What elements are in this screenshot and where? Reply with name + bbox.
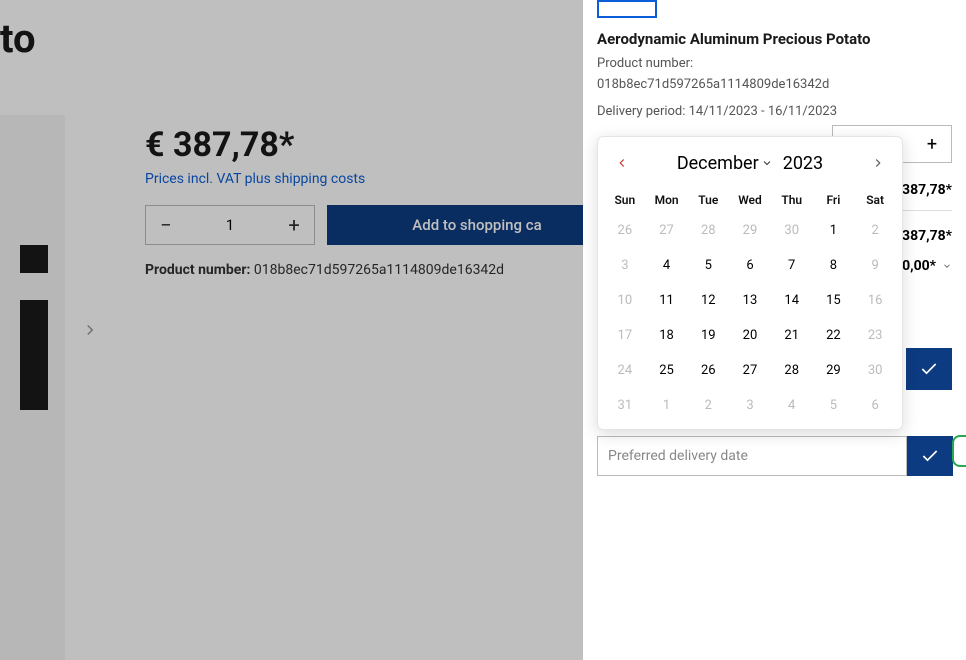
datepicker-day[interactable]: 11 [646,283,688,318]
datepicker-day: 4 [771,388,813,423]
datepicker-dow: Tue [687,187,729,213]
datepicker-day: 2 [854,213,896,248]
datepicker-grid: SunMonTueWedThuFriSat2627282930123456789… [604,187,896,423]
datepicker-day: 3 [729,388,771,423]
datepicker-day: 28 [687,213,729,248]
datepicker-day: 31 [604,388,646,423]
preferred-date-row [597,436,953,476]
trusted-badge[interactable] [952,435,966,467]
datepicker-year[interactable]: 2023 [783,153,823,174]
datepicker: December 2023 SunMonTueWedThuFriSat26272… [597,136,903,430]
datepicker-day: 26 [604,213,646,248]
datepicker-month-select[interactable]: December [677,153,773,174]
datepicker-day[interactable]: 18 [646,318,688,353]
datepicker-day: 16 [854,283,896,318]
datepicker-next-month[interactable] [866,151,890,175]
datepicker-dow: Fri [813,187,855,213]
datepicker-day[interactable]: 15 [813,283,855,318]
datepicker-day: 5 [813,388,855,423]
check-icon [919,359,939,379]
datepicker-day[interactable]: 28 [771,353,813,388]
datepicker-day[interactable]: 8 [813,248,855,283]
datepicker-prev-month[interactable] [610,151,634,175]
datepicker-day[interactable]: 29 [813,353,855,388]
chevron-right-icon [871,156,885,170]
datepicker-day: 9 [854,248,896,283]
modal-overlay[interactable] [0,0,583,660]
datepicker-day[interactable]: 21 [771,318,813,353]
datepicker-dow: Wed [729,187,771,213]
datepicker-day[interactable]: 19 [687,318,729,353]
check-icon [920,446,940,466]
datepicker-dow: Mon [646,187,688,213]
confirm-button-1[interactable] [906,348,952,390]
cart-item-thumbnail[interactable] [597,0,657,18]
datepicker-dow: Sat [854,187,896,213]
chevron-down-icon [761,157,773,169]
datepicker-day[interactable]: 4 [646,248,688,283]
datepicker-day: 30 [854,353,896,388]
datepicker-day[interactable]: 1 [813,213,855,248]
datepicker-dow: Sun [604,187,646,213]
datepicker-day: 29 [729,213,771,248]
datepicker-day[interactable]: 6 [729,248,771,283]
datepicker-day: 23 [854,318,896,353]
datepicker-day: 27 [646,213,688,248]
datepicker-day[interactable]: 20 [729,318,771,353]
cart-item-product-number-label: Product number: [597,54,952,75]
cart-qty-plus[interactable]: + [913,126,951,162]
datepicker-day: 1 [646,388,688,423]
datepicker-day[interactable]: 25 [646,353,688,388]
datepicker-dow: Thu [771,187,813,213]
datepicker-day[interactable]: 12 [687,283,729,318]
datepicker-day[interactable]: 14 [771,283,813,318]
datepicker-day: 2 [687,388,729,423]
line-price-1: 387,78* [902,182,952,198]
cart-item-title[interactable]: Aerodynamic Aluminum Precious Potato [597,30,952,48]
datepicker-day: 3 [604,248,646,283]
line-price-2: 387,78* [902,228,952,244]
datepicker-day[interactable]: 5 [687,248,729,283]
datepicker-day: 6 [854,388,896,423]
datepicker-day[interactable]: 13 [729,283,771,318]
datepicker-day[interactable]: 26 [687,353,729,388]
datepicker-day[interactable]: 7 [771,248,813,283]
chevron-left-icon [615,156,629,170]
datepicker-day: 10 [604,283,646,318]
datepicker-header: December 2023 [604,149,896,177]
confirm-date-button[interactable] [907,436,953,476]
datepicker-day: 24 [604,353,646,388]
cart-item-product-number-value: 018b8ec71d597265a1114809de16342d [597,75,952,96]
datepicker-day: 17 [604,318,646,353]
datepicker-day[interactable]: 27 [729,353,771,388]
chevron-down-icon[interactable] [942,261,952,271]
preferred-date-input[interactable] [597,436,907,476]
datepicker-day: 30 [771,213,813,248]
datepicker-day[interactable]: 22 [813,318,855,353]
delivery-period: Delivery period: 14/11/2023 - 16/11/2023 [597,102,952,123]
